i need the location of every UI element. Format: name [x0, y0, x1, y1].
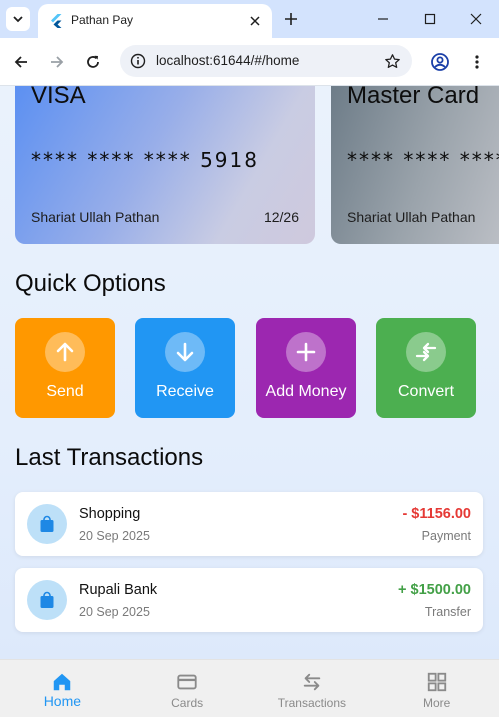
browser-tab-strip: Pathan Pay: [0, 0, 499, 38]
reload-button[interactable]: [81, 50, 105, 74]
plus-icon: [296, 342, 316, 362]
tx-name: Shopping: [79, 506, 141, 522]
qo-label: Send: [46, 383, 84, 400]
tx-date: 20 Sep 2025: [79, 605, 150, 619]
convert-arrows-icon: [415, 342, 437, 362]
window-close-button[interactable]: [463, 6, 489, 32]
nav-label: Transactions: [277, 696, 346, 710]
receive-button[interactable]: Receive: [135, 318, 235, 418]
qo-icon-circle: [286, 332, 326, 372]
transaction-row[interactable]: Shopping 20 Sep 2025 - $1156.00 Payment: [15, 492, 483, 556]
star-icon: [384, 53, 400, 68]
nav-item-transactions[interactable]: Transactions: [250, 660, 375, 717]
nav-label: More: [422, 696, 451, 710]
credit-card-icon: [175, 670, 199, 694]
quick-options-title: Quick Options: [15, 270, 166, 297]
account-icon: [431, 53, 449, 71]
qo-icon-circle: [165, 332, 205, 372]
browser-menu-button[interactable]: [465, 50, 489, 74]
more-vert-icon: [475, 55, 479, 69]
qo-icon-circle: [45, 332, 85, 372]
forward-button[interactable]: [45, 50, 69, 74]
close-icon: [250, 16, 260, 26]
tx-amount: - $1156.00: [402, 506, 471, 522]
qo-icon-circle: [406, 332, 446, 372]
back-button[interactable]: [9, 50, 33, 74]
nav-item-more[interactable]: More: [374, 660, 499, 717]
site-info-button[interactable]: [128, 51, 148, 71]
chevron-down-icon: [13, 16, 23, 23]
close-icon: [470, 13, 482, 25]
browser-toolbar: localhost:61644/#/home: [0, 38, 499, 86]
shopping-bag-icon: [40, 515, 54, 532]
bottom-navigation: Home Cards Transactions More: [0, 659, 499, 717]
add-money-button[interactable]: Add Money: [256, 318, 356, 418]
tx-date: 20 Sep 2025: [79, 529, 150, 543]
info-icon: [130, 53, 146, 69]
profile-button[interactable]: [428, 50, 452, 74]
nav-label: Home: [43, 693, 82, 709]
shopping-bag-icon: [40, 591, 54, 608]
card-brand: Master Card: [347, 86, 480, 109]
plus-icon: [285, 13, 297, 25]
qo-label: Convert: [397, 383, 455, 400]
tx-type: Payment: [421, 529, 471, 543]
address-bar[interactable]: localhost:61644/#/home: [120, 45, 412, 77]
card-number: **** **** **** 5918: [31, 148, 259, 172]
qo-label: Add Money: [265, 383, 347, 400]
minimize-icon: [378, 18, 388, 20]
card-number: **** **** **** 6: [347, 148, 499, 172]
tx-name: Rupali Bank: [79, 582, 158, 598]
flutter-logo-icon: [51, 14, 62, 28]
tab-close-button[interactable]: [246, 12, 264, 30]
bookmark-button[interactable]: [382, 51, 402, 71]
browser-tab[interactable]: Pathan Pay: [38, 4, 272, 38]
arrow-up-icon: [56, 342, 74, 362]
tx-amount: + $1500.00: [398, 582, 471, 598]
maximize-icon: [424, 13, 436, 25]
app-content: VISA **** **** **** 5918 Shariat Ullah P…: [0, 86, 499, 659]
tab-title: Pathan Pay: [71, 13, 134, 27]
transaction-row[interactable]: Rupali Bank 20 Sep 2025 + $1500.00 Trans…: [15, 568, 483, 632]
send-button[interactable]: Send: [15, 318, 115, 418]
url-text: localhost:61644/#/home: [156, 53, 300, 68]
convert-button[interactable]: Convert: [376, 318, 476, 418]
master-card[interactable]: Master Card **** **** **** 6 Shariat Ull…: [331, 86, 499, 244]
tx-icon-circle: [27, 580, 67, 620]
card-expiry: 12/26: [263, 209, 299, 225]
reload-icon: [87, 55, 99, 68]
qo-label: Receive: [156, 383, 214, 400]
new-tab-button[interactable]: [280, 8, 302, 30]
nav-item-cards[interactable]: Cards: [125, 660, 250, 717]
tx-icon-circle: [27, 504, 67, 544]
nav-item-home[interactable]: Home: [0, 660, 125, 717]
nav-label: Cards: [171, 696, 204, 710]
grid-icon: [425, 670, 449, 694]
last-transactions-title: Last Transactions: [15, 444, 204, 471]
tx-type: Transfer: [424, 605, 471, 619]
home-icon: [50, 670, 74, 694]
minimize-button[interactable]: [370, 6, 396, 32]
arrow-down-icon: [176, 342, 194, 362]
swap-icon: [300, 670, 324, 694]
arrow-right-icon: [51, 56, 64, 68]
maximize-button[interactable]: [417, 6, 443, 32]
tab-search-button[interactable]: [6, 7, 30, 31]
arrow-left-icon: [14, 56, 27, 68]
card-brand: VISA: [31, 86, 86, 109]
card-holder: Shariat Ullah Pathan: [347, 209, 476, 225]
visa-card[interactable]: VISA **** **** **** 5918 Shariat Ullah P…: [15, 86, 315, 244]
card-holder: Shariat Ullah Pathan: [31, 209, 160, 225]
